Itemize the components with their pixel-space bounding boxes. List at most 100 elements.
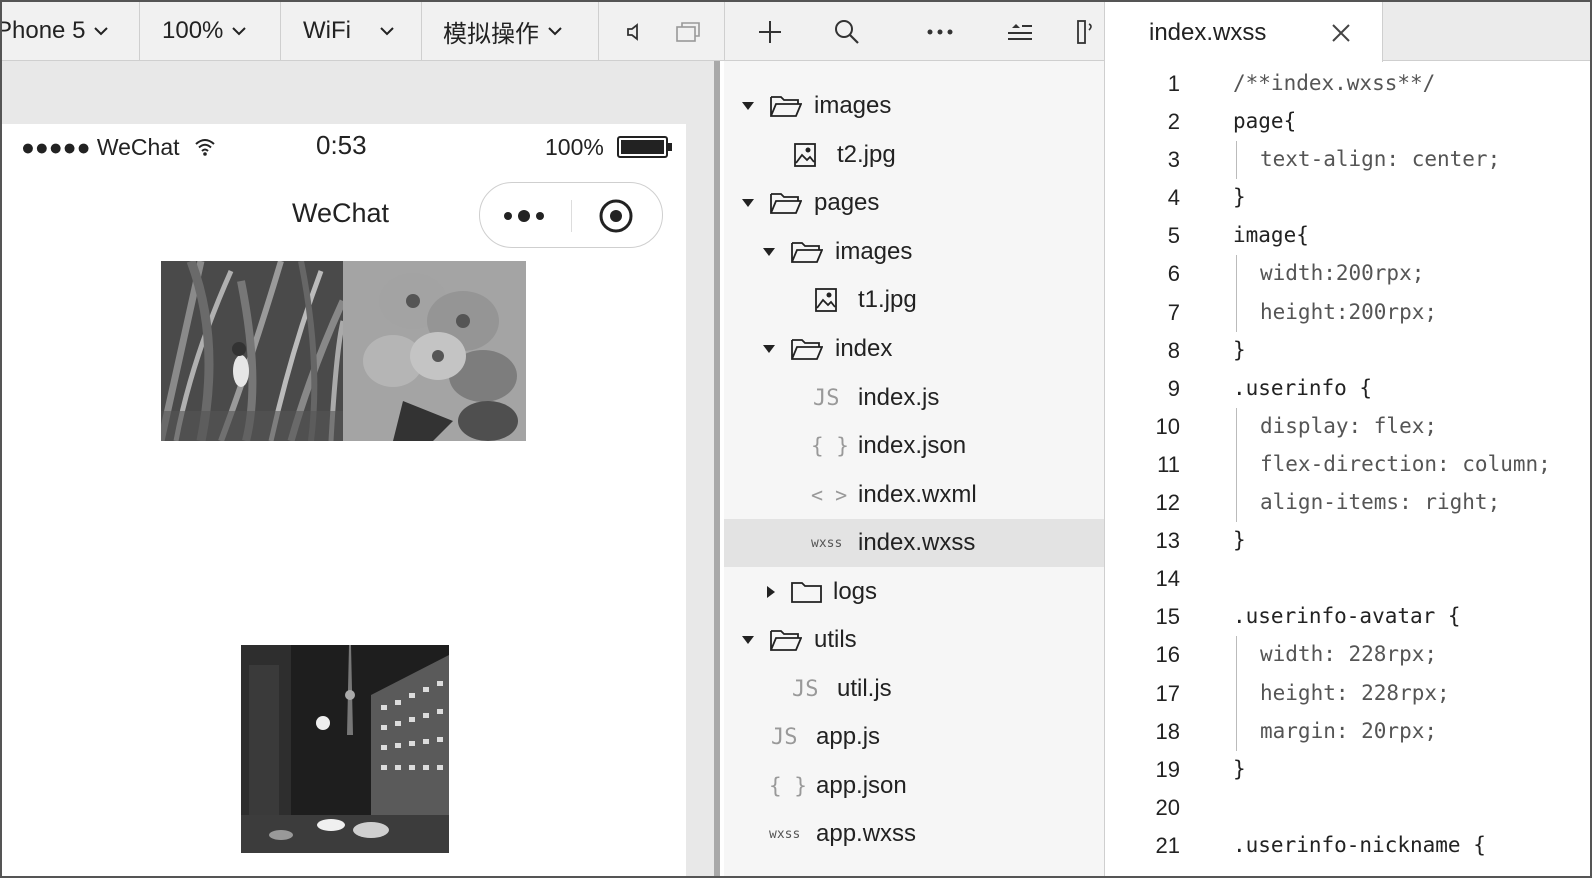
folder-open-icon: [791, 335, 823, 363]
code-line: 12 align-items: right;: [1105, 484, 1590, 523]
tree-item-label: index.js: [858, 384, 940, 411]
tree-item-t2-jpg[interactable]: t2.jpg: [724, 131, 1105, 179]
code-text: }: [1233, 185, 1246, 210]
code-text: /**index.wxss**/: [1233, 71, 1436, 95]
tree-item-app-wxss[interactable]: wxss app.wxss: [724, 810, 1105, 858]
line-number: 17: [1155, 680, 1180, 706]
code-text: height: 228rpx;: [1260, 680, 1450, 705]
wxss-file-icon: wxss: [811, 535, 843, 551]
tree-item-label: pages: [814, 189, 880, 216]
tree-item-pages-images-folder[interactable]: images: [724, 228, 1105, 276]
code-line: 6 width:200rpx;: [1105, 255, 1590, 294]
indent-guide: [1236, 255, 1237, 294]
outline-icon[interactable]: [1004, 16, 1036, 48]
tree-item-label: utils: [814, 626, 857, 653]
tree-item-label: app.json: [816, 772, 907, 799]
more-icon[interactable]: [924, 16, 956, 48]
code-text: width:200rpx;: [1260, 261, 1425, 286]
more-dots-icon[interactable]: [502, 207, 550, 230]
window-icon[interactable]: [672, 16, 704, 48]
folder-open-icon: [791, 238, 823, 266]
tree-item-index-wxml[interactable]: < > index.wxml: [724, 471, 1105, 519]
code-line: 1 /**index.wxss**/: [1105, 65, 1590, 103]
tree-item-utils-folder[interactable]: utils: [724, 616, 1105, 664]
tree-item-images-folder[interactable]: images: [724, 82, 1105, 130]
file-tree: images t2.jpg pages images t1.jpg index: [724, 61, 1105, 876]
tree-item-logs-folder[interactable]: logs: [724, 568, 1105, 616]
code-text: width: 228rpx;: [1260, 642, 1438, 667]
code-line: 4}: [1105, 179, 1590, 217]
line-number: 3: [1167, 147, 1180, 173]
speaker-icon[interactable]: [618, 16, 650, 48]
image-file-icon: [794, 141, 816, 169]
panel-resizer[interactable]: [714, 61, 720, 876]
code-line: 10 display: flex;: [1105, 407, 1590, 446]
line-number: 15: [1155, 604, 1180, 630]
line-number: 1: [1167, 71, 1180, 96]
network-select[interactable]: WiFi: [303, 2, 395, 60]
code-lines[interactable]: 1 /**index.wxss**/ 2 page{ 3 text-align: ce…: [1105, 65, 1590, 865]
toolbar-divider: [421, 2, 422, 60]
grass-photo: [161, 261, 343, 441]
indent-guide: [1236, 293, 1237, 332]
code-line: 17 height: 228rpx;: [1105, 674, 1590, 713]
code-editor: index.wxss 1 /**index.wxss**/ 2 page{ 3 tex…: [1105, 2, 1590, 876]
tree-item-t1-jpg[interactable]: t1.jpg: [724, 276, 1105, 324]
tree-item-label: images: [835, 238, 913, 265]
tree-item-label: images: [814, 92, 892, 119]
battery-icon: [617, 136, 673, 163]
zoom-select[interactable]: 100%: [162, 2, 247, 60]
close-icon[interactable]: [1330, 22, 1352, 44]
caret-down-icon: [763, 345, 775, 353]
toolbar-divider: [724, 2, 725, 60]
split-icon[interactable]: [1074, 16, 1098, 48]
tree-item-index-wxss[interactable]: wxss index.wxss: [724, 519, 1105, 567]
tree-item-label: util.js: [837, 675, 892, 702]
caret-down-icon: [742, 199, 754, 207]
status-battery-text: 100%: [545, 134, 604, 160]
device-select[interactable]: Phone 5: [2, 2, 109, 60]
code-line: 13}: [1105, 522, 1590, 560]
tree-item-index-folder[interactable]: index: [724, 325, 1105, 373]
tree-item-util-js[interactable]: JS util.js: [724, 665, 1105, 713]
add-icon[interactable]: [754, 16, 786, 48]
js-file-icon: JS: [792, 676, 819, 702]
code-line: 9 .userinfo {: [1105, 370, 1590, 408]
toolbar-divider: [139, 2, 140, 60]
line-number: 2: [1167, 109, 1180, 135]
code-text: display: flex;: [1260, 413, 1438, 438]
indent-guide: [1236, 636, 1237, 675]
capsule-menu[interactable]: [479, 182, 663, 248]
wxss-file-icon: wxss: [769, 826, 801, 842]
line-number: 9: [1167, 375, 1180, 401]
line-number: 4: [1167, 185, 1180, 211]
code-text: height:200rpx;: [1260, 299, 1438, 324]
code-text: image{: [1233, 223, 1309, 248]
night-city-photo: [241, 645, 449, 853]
search-icon[interactable]: [831, 16, 863, 48]
line-number: 13: [1155, 528, 1180, 554]
tree-item-app-json[interactable]: { } app.json: [724, 762, 1105, 810]
code-line: 16 width: 228rpx;: [1105, 636, 1590, 675]
editor-tab-bar: index.wxss: [1105, 2, 1590, 62]
tree-item-pages-folder[interactable]: pages: [724, 179, 1105, 227]
caret-right-icon: [767, 586, 775, 598]
tree-item-app-js[interactable]: JS app.js: [724, 713, 1105, 761]
code-line: 18 margin: 20rpx;: [1105, 712, 1590, 751]
tree-item-label: index: [835, 335, 893, 362]
close-miniprogram-icon[interactable]: [597, 197, 635, 240]
tree-item-label: index.wxml: [858, 481, 977, 508]
capsule-divider: [571, 200, 572, 232]
toolbar-divider: [598, 2, 599, 60]
tab-index-wxss[interactable]: index.wxss: [1105, 2, 1383, 62]
tree-item-index-js[interactable]: JS index.js: [724, 374, 1105, 422]
tree-item-index-json[interactable]: { } index.json: [724, 422, 1105, 470]
chevron-down-icon: [231, 26, 247, 36]
simulate-select[interactable]: 模拟操作: [443, 2, 563, 60]
chevron-down-icon: [93, 26, 109, 36]
code-text: .userinfo-nickname {: [1233, 832, 1486, 857]
indent-guide: [1236, 674, 1237, 713]
caret-down-icon: [742, 636, 754, 644]
code-text: .userinfo-avatar {: [1233, 604, 1461, 629]
indent-guide: [1236, 445, 1237, 485]
